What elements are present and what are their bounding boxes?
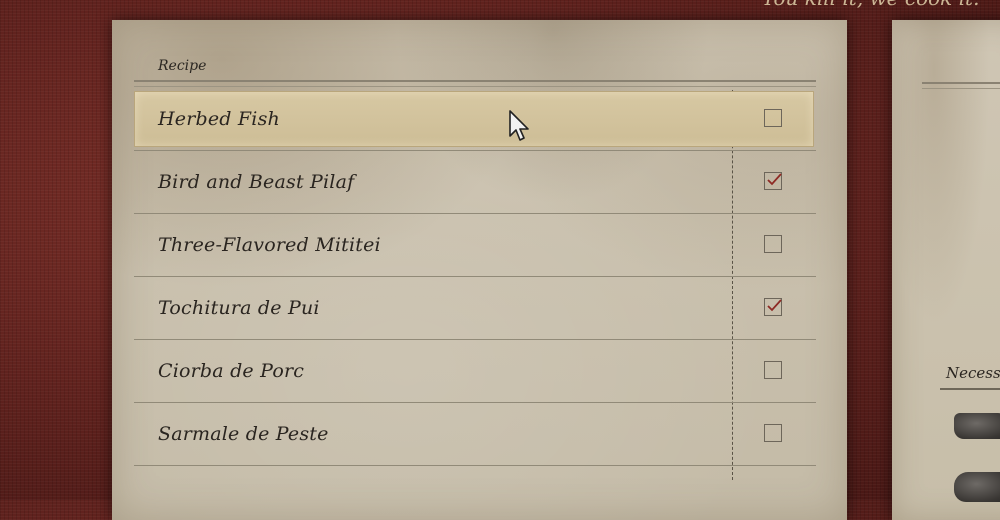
recipe-name: Sarmale de Peste [158, 423, 329, 445]
recipe-name: Tochitura de Pui [158, 297, 320, 319]
recipe-name: Herbed Fish [158, 108, 280, 130]
tagline: You kill it, we cook it. [762, 0, 1000, 10]
checkmark-icon [767, 173, 782, 186]
ingredient-icon[interactable] [954, 413, 1000, 439]
recipe-row[interactable]: Herbed Fish [134, 88, 816, 151]
recipe-checkbox[interactable] [764, 172, 782, 190]
necessary-ingredients-label: Necessar [946, 364, 1000, 382]
recipe-name: Ciorba de Porc [158, 360, 305, 382]
recipe-row[interactable]: Three-Flavored Mititei [134, 214, 816, 277]
recipe-column-header: Recipe [158, 58, 207, 74]
ingredient-icon[interactable] [954, 472, 1000, 502]
checkmark-icon [767, 299, 782, 312]
recipe-name: Three-Flavored Mititei [158, 234, 381, 256]
detail-header-divider [922, 82, 1000, 89]
recipe-name: Bird and Beast Pilaf [158, 171, 355, 193]
recipe-row[interactable]: Tochitura de Pui [134, 277, 816, 340]
recipe-detail-panel: Necessar [892, 20, 1000, 520]
recipe-list: Herbed Fish Bird and Beast Pilaf Three-Fla… [134, 88, 816, 466]
recipe-checkbox[interactable] [764, 298, 782, 316]
necessary-divider [940, 388, 1000, 390]
mouse-cursor-icon [509, 110, 529, 141]
recipe-row[interactable]: Sarmale de Peste [134, 403, 816, 466]
recipe-row[interactable]: Bird and Beast Pilaf [134, 151, 816, 214]
header-divider [134, 80, 816, 87]
recipe-checkbox[interactable] [764, 235, 782, 253]
recipe-checkbox[interactable] [764, 424, 782, 442]
recipe-checkbox[interactable] [764, 361, 782, 379]
recipe-row[interactable]: Ciorba de Porc [134, 340, 816, 403]
recipe-list-panel: Recipe Herbed Fish Bird and Beast Pilaf Th… [112, 20, 847, 520]
recipe-checkbox[interactable] [764, 109, 782, 127]
